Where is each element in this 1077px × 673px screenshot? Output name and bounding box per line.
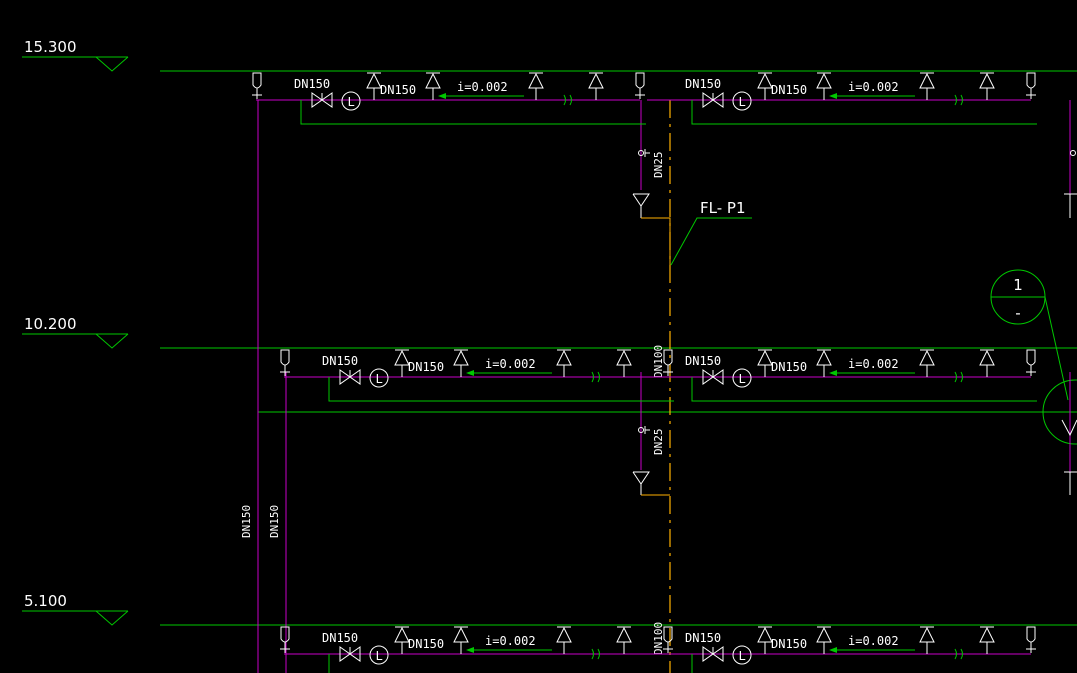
pipe-size-label: DN150 bbox=[408, 360, 444, 374]
sprinkler-head-icon bbox=[816, 349, 832, 377]
slope-label: i=0.002 bbox=[485, 357, 536, 371]
slope-label: i=0.002 bbox=[848, 357, 899, 371]
pipe-size-label: DN150 bbox=[685, 631, 721, 645]
pipe-size-label: DN150 bbox=[771, 360, 807, 374]
elevation-marker-15300: 15.300 bbox=[22, 38, 129, 72]
level-gauge-label: L bbox=[376, 649, 383, 663]
detail-number: 1 bbox=[1013, 276, 1023, 294]
flow-switch-icon bbox=[1026, 349, 1036, 376]
drain-valve-icon bbox=[638, 149, 650, 157]
riser-size-label: DN100 bbox=[652, 622, 665, 655]
branch-pipe-unit: L DN150 DN150 i=0.002 bbox=[647, 349, 1037, 402]
riser-tag-label: FL- P1 bbox=[700, 199, 746, 217]
sprinkler-head-icon bbox=[394, 349, 410, 377]
branch-pipe-unit: L DN150 DN150 i=0.002 bbox=[284, 349, 674, 402]
drain-funnel-icon bbox=[632, 471, 670, 496]
sprinkler-head-icon bbox=[588, 72, 604, 100]
level-gauge-label: L bbox=[376, 372, 383, 386]
slope-label: i=0.002 bbox=[485, 634, 536, 648]
cad-drawing-canvas[interactable]: 15.300 10.200 5.100 DN150 DN150 DN25 DN2… bbox=[0, 0, 1077, 673]
detail-callout[interactable]: 1 - bbox=[990, 269, 1077, 445]
slope-label: i=0.002 bbox=[457, 80, 508, 94]
drain-size-label: DN25 bbox=[652, 152, 665, 179]
pipe-units: L DN150 DN150 i=0.002 L DN150 DN150 i=0.002 L DN1… bbox=[252, 72, 1037, 673]
level-gauge-icon: L bbox=[341, 91, 361, 111]
level-gauge-icon: L bbox=[732, 645, 752, 665]
branch-pipe-unit: L DN150 DN150 i=0.002 bbox=[256, 72, 646, 125]
pipe-size-label: DN150 bbox=[685, 77, 721, 91]
level-gauge-icon: L bbox=[369, 645, 389, 665]
sprinkler-head-icon bbox=[919, 626, 935, 654]
sprinkler-head-icon bbox=[366, 72, 382, 100]
pipe-size-label: DN150 bbox=[685, 354, 721, 368]
sprinkler-head-icon bbox=[453, 626, 469, 654]
detail-sheet: - bbox=[1015, 304, 1020, 322]
branch-pipe-unit: L DN150 DN150 i=0.002 bbox=[647, 626, 1036, 673]
flow-switch-icon bbox=[280, 626, 290, 653]
drain-valve-icon bbox=[638, 426, 650, 434]
sprinkler-head-icon bbox=[816, 626, 832, 654]
pipe-size-label: DN150 bbox=[408, 637, 444, 651]
branch-pipe-unit: L DN150 DN150 i=0.002 bbox=[647, 72, 1037, 125]
pipe-size-label: DN150 bbox=[322, 631, 358, 645]
sprinkler-head-icon bbox=[979, 349, 995, 377]
sprinkler-head-icon bbox=[425, 72, 441, 100]
sprinkler-head-icon bbox=[453, 349, 469, 377]
sprinkler-head-icon bbox=[979, 72, 995, 100]
level-gauge-label: L bbox=[739, 95, 746, 109]
sprinkler-head-icon bbox=[757, 626, 773, 654]
level-gauge-label: L bbox=[348, 95, 355, 109]
sprinkler-head-icon bbox=[979, 626, 995, 654]
sprinkler-head-icon bbox=[616, 626, 632, 654]
drain-valve-icon bbox=[1070, 150, 1076, 156]
sprinkler-head-icon bbox=[556, 349, 572, 377]
slope-label: i=0.002 bbox=[848, 634, 899, 648]
flow-switch-icon bbox=[252, 72, 262, 99]
branch-pipe-unit: L DN150 DN150 i=0.002 bbox=[284, 626, 673, 673]
pipe-size-label: DN150 bbox=[771, 637, 807, 651]
sprinkler-head-icon bbox=[757, 349, 773, 377]
pipe-size-label: DN150 bbox=[380, 83, 416, 97]
level-gauge-label: L bbox=[739, 372, 746, 386]
sprinkler-head-icon bbox=[919, 349, 935, 377]
level-gauge-icon: L bbox=[732, 91, 752, 111]
left-riser-a-label: DN150 bbox=[240, 505, 253, 538]
flow-switch-icon bbox=[280, 349, 290, 376]
elevation-label: 15.300 bbox=[24, 38, 77, 56]
sprinkler-head-icon bbox=[919, 72, 935, 100]
slope-label: i=0.002 bbox=[848, 80, 899, 94]
elevation-marker-10200: 10.200 bbox=[22, 315, 129, 349]
sprinkler-head-icon bbox=[394, 626, 410, 654]
pipe-size-label: DN150 bbox=[322, 354, 358, 368]
flow-switch-icon bbox=[1026, 626, 1036, 653]
elevation-marker-5100: 5.100 bbox=[22, 592, 129, 626]
sprinkler-head-icon bbox=[556, 626, 572, 654]
level-gauge-icon: L bbox=[369, 368, 389, 388]
sprinkler-head-icon bbox=[757, 72, 773, 100]
flow-switch-icon bbox=[1026, 72, 1036, 99]
elevation-label: 10.200 bbox=[24, 315, 77, 333]
left-riser-b-label: DN150 bbox=[268, 505, 281, 538]
pipe-size-label: DN150 bbox=[294, 77, 330, 91]
level-gauge-label: L bbox=[739, 649, 746, 663]
sprinkler-head-icon bbox=[528, 72, 544, 100]
elevation-label: 5.100 bbox=[24, 592, 67, 610]
pipe-size-label: DN150 bbox=[771, 83, 807, 97]
sprinkler-head-icon bbox=[816, 72, 832, 100]
drain-funnel-icon bbox=[1064, 193, 1077, 218]
riser-tag: FL- P1 bbox=[670, 199, 752, 266]
drain-size-label: DN25 bbox=[652, 429, 665, 456]
sprinkler-head-icon bbox=[616, 349, 632, 377]
flow-switch-icon bbox=[635, 72, 645, 99]
flow-switch-icon bbox=[663, 626, 673, 653]
level-gauge-icon: L bbox=[732, 368, 752, 388]
drain-funnel-icon bbox=[632, 193, 671, 265]
flow-switch-icon bbox=[663, 349, 673, 376]
riser-size-label: DN100 bbox=[652, 345, 665, 378]
